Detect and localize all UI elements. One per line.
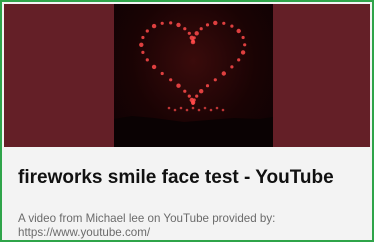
link-title[interactable]: fireworks smile face test - YouTube bbox=[18, 167, 358, 189]
link-description: A video from Michael lee on YouTube prov… bbox=[18, 212, 276, 239]
thumbnail[interactable] bbox=[4, 4, 370, 147]
link-preview-card[interactable]: fireworks smile face test - YouTube A vi… bbox=[0, 0, 374, 242]
video-frame-image bbox=[114, 4, 273, 147]
fireworks-heart-graphic bbox=[114, 20, 273, 147]
